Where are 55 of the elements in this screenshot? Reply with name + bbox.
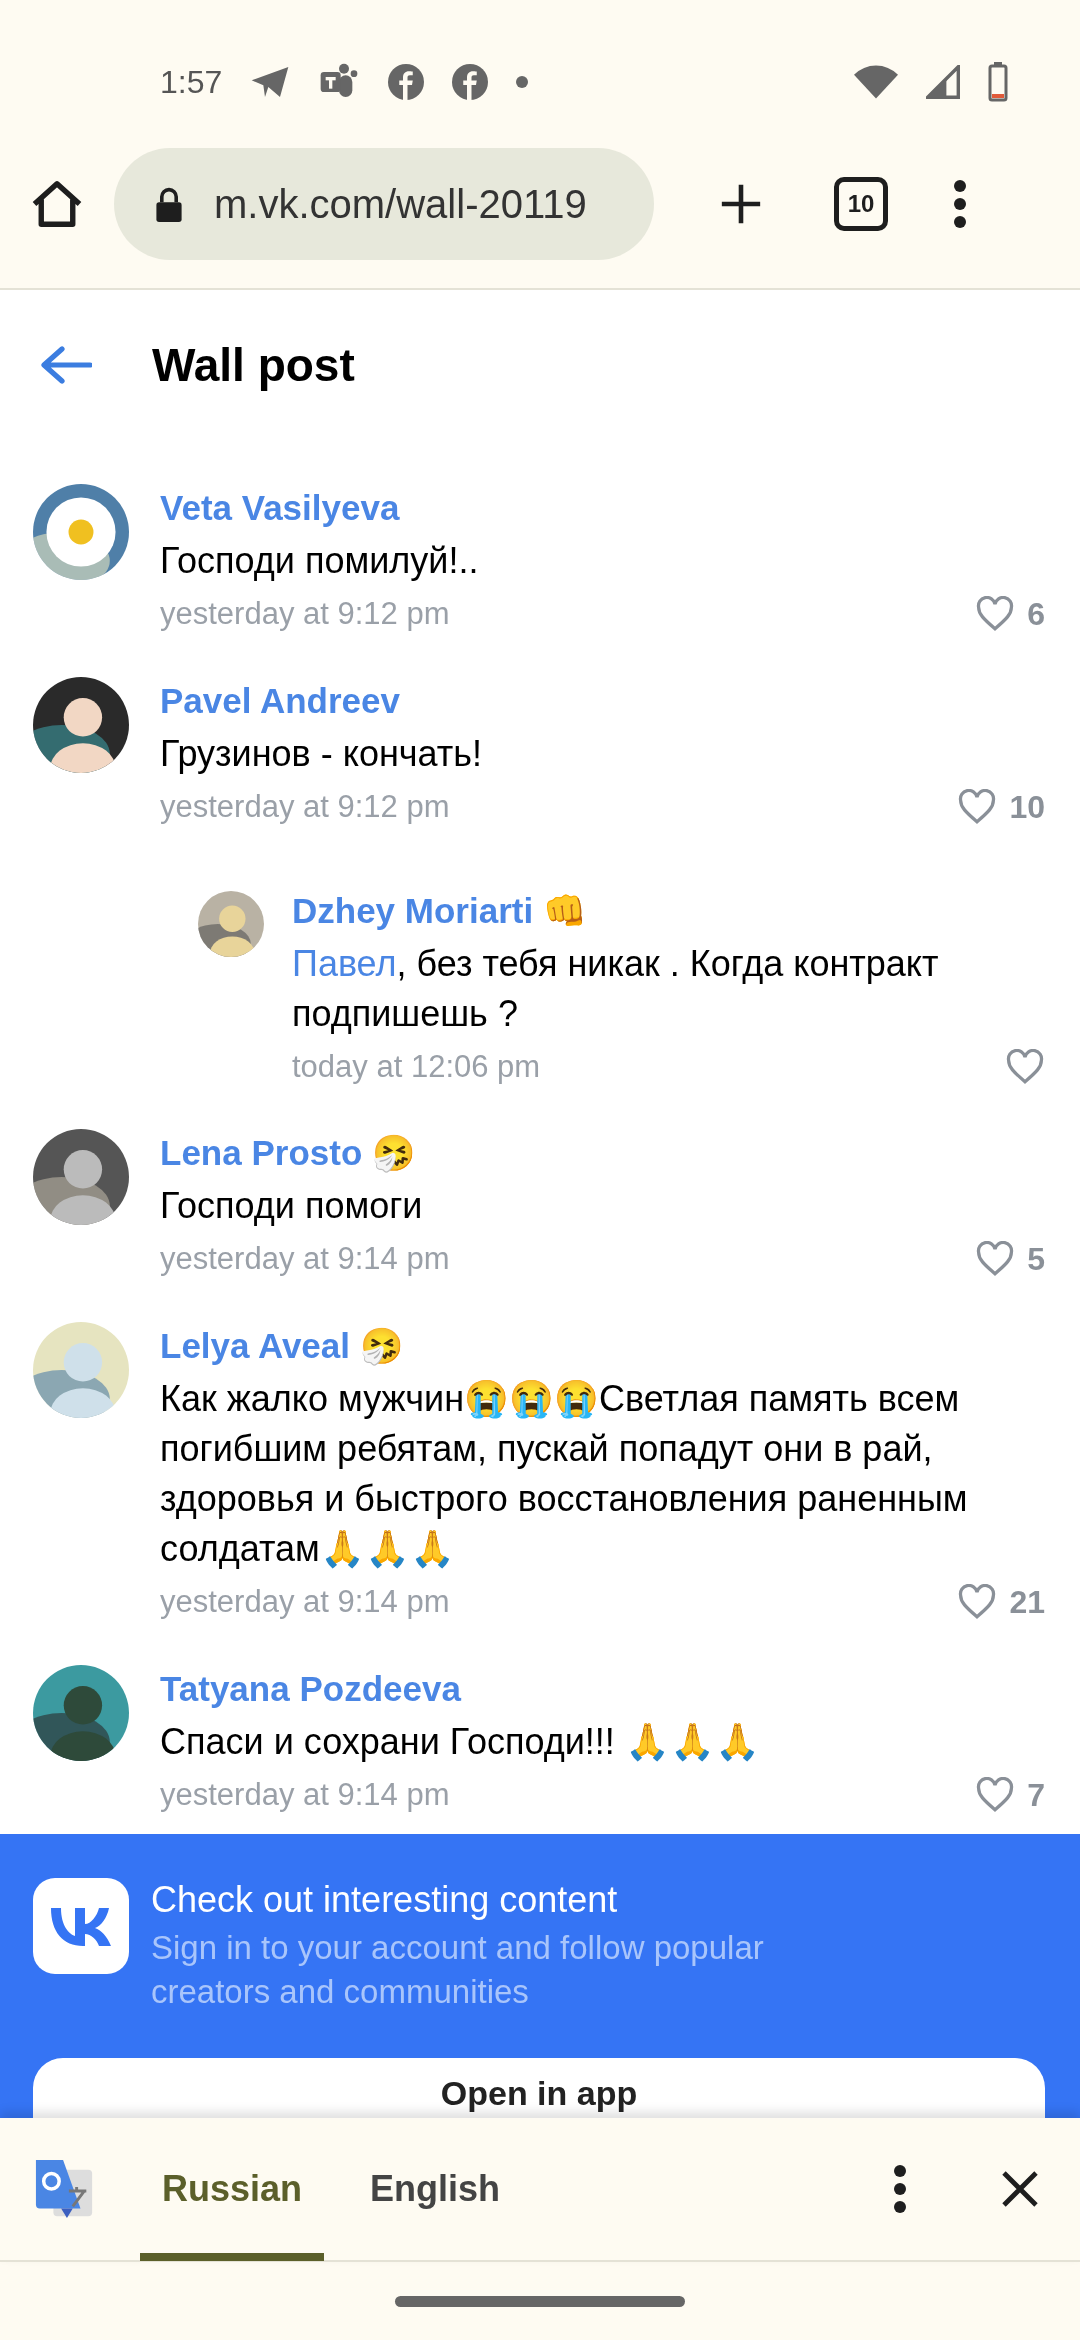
like-button[interactable]: 21 [957,1583,1045,1621]
menu-button[interactable] [952,179,968,229]
author-name[interactable]: Lelya Aveal 🤧 [160,1318,404,1374]
comment-time: yesterday at 9:14 pm [160,1241,451,1277]
more-button[interactable] [892,2164,908,2214]
close-button[interactable] [1000,2169,1040,2209]
logo-icon [33,1878,129,1974]
heart-icon [1005,1049,1045,1085]
like-button[interactable]: 5 [975,1240,1045,1278]
comment-text: Как жалко мужчин😭😭😭Светлая память всем погибшим ребятам, пускай попадут они в рай, здоровья и быстрого восстановления раненным солдатам🙏🙏🙏 [160,1377,969,1571]
like-button[interactable]: 10 [957,788,1045,826]
lock-icon [154,186,184,222]
signal-icon [926,65,960,99]
comment-text: Грузинов - кончать! [160,732,483,776]
author-name[interactable]: Veta Vasilyeva [160,480,400,536]
heart-icon [975,1241,1016,1277]
page-title: Wall post [152,338,355,392]
comment-text: Господи помилуй!.. [160,539,480,583]
comment-time: yesterday at 9:14 pm [160,1584,451,1620]
like-button[interactable] [1005,1049,1045,1085]
author-name[interactable]: Lena Prosto 🤧 [160,1125,416,1181]
comment-time: today at 12:06 pm [292,1049,542,1085]
battery-icon [988,62,1008,102]
open-in-app-button[interactable]: Open in app [33,2058,1045,2118]
tab-count-button[interactable]: 10 [834,177,888,231]
heart-icon [957,1584,998,1620]
like-button[interactable]: 7 [975,1776,1045,1814]
mention-link[interactable]: Павел [292,943,397,984]
wifi-icon [854,65,898,99]
banner-subtitle: Sign in to your account and follow popular creators and communities [151,1928,765,2012]
home-button[interactable] [30,179,84,229]
comment-time: yesterday at 9:12 pm [160,789,451,825]
author-name[interactable]: Pavel Andreev [160,673,400,729]
status-time: 1:57 [160,63,223,101]
back-button[interactable] [40,345,92,385]
heart-icon [975,1777,1016,1813]
banner-title: Check out interesting content [151,1878,619,1922]
address-bar[interactable]: m.vk.com/wall-20119 [114,148,654,260]
paper-plane-icon [250,65,291,99]
facebook-icon [452,64,489,100]
url-text: m.vk.com/wall-20119 [214,181,587,227]
facebook-icon [388,64,425,100]
heart-icon [975,596,1016,632]
language-tab[interactable]: English [348,2117,523,2261]
comment-text: Господи помоги [160,1184,424,1228]
like-button[interactable]: 6 [975,595,1045,633]
comment-time: yesterday at 9:12 pm [160,596,451,632]
heart-icon [957,789,998,825]
comment-time: yesterday at 9:14 pm [160,1777,451,1813]
comment-text: Павел, без тебя никак . Когда контракт подпишешь ? [292,942,940,1036]
comment-text: Спаси и сохрани Господи!!! 🙏🙏🙏 [160,1720,761,1764]
dot-icon [516,76,529,88]
author-name[interactable]: Tatyana Pozdeeva [160,1661,461,1717]
author-name[interactable]: Dzhey Moriarti 👊 [292,883,587,939]
home-indicator[interactable] [395,2295,685,2307]
